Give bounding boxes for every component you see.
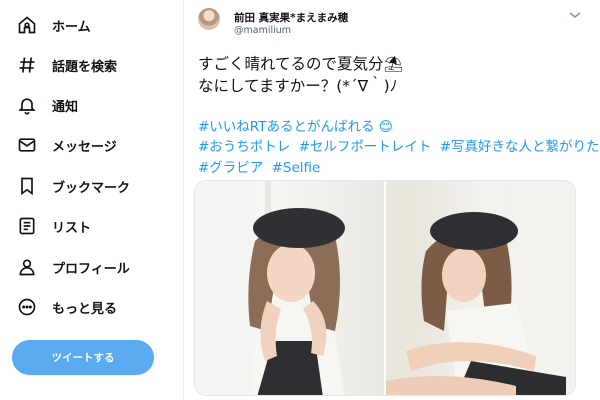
sidebar-item-notifications[interactable]: 通知 — [16, 89, 78, 121]
sidebar-item-home[interactable]: ホーム — [16, 9, 91, 41]
sidebar-item-messages[interactable]: メッセージ — [16, 129, 117, 161]
chevron-down-icon[interactable] — [568, 10, 582, 20]
bell-icon — [16, 94, 38, 116]
hashtag-line: #グラビア #Selfie — [198, 156, 324, 176]
photo-left[interactable] — [195, 181, 384, 395]
hashtag-link[interactable]: #グラビア — [198, 160, 263, 176]
bookmark-icon — [16, 175, 38, 197]
portrait-illustration — [386, 181, 575, 395]
person-icon — [16, 256, 38, 278]
hashtag-link[interactable]: #おうちポトレ — [198, 139, 290, 155]
tweet: 前田 真実果*まえまみ穂 @mamilium すごく晴れてるので夏気分⛱ なにし… — [184, 0, 600, 400]
sidebar-item-bookmarks[interactable]: ブックマーク — [16, 170, 130, 202]
tweet-text-line: なにしてますかー？(*´∇｀)ﾉ — [198, 77, 398, 95]
sidebar-item-label: ホーム — [52, 19, 91, 35]
portrait-illustration — [195, 181, 345, 395]
sidebar-item-more[interactable]: もっと見る — [16, 291, 117, 323]
hashtag-line: #いいねRTあるとがんばれる 😊 — [198, 115, 397, 135]
sidebar-item-label: プロフィール — [52, 261, 130, 277]
avatar[interactable] — [198, 8, 220, 30]
photo-right[interactable] — [386, 181, 575, 395]
sidebar-item-label: ブックマーク — [52, 180, 131, 196]
hashtag-link[interactable]: #写真好きな人と繋がりたい — [440, 139, 600, 155]
sidebar-item-label: 通知 — [52, 99, 79, 115]
tweet-text-line: すごく晴れてるので夏気分⛱ — [198, 55, 404, 73]
home-icon — [16, 14, 38, 36]
sidebar-item-label: メッセージ — [52, 139, 117, 155]
sidebar-item-lists[interactable]: リスト — [16, 210, 91, 242]
list-icon — [16, 215, 38, 237]
media-grid — [194, 180, 576, 396]
hashtag-link[interactable]: #いいねRTあるとがんばれる 😊 — [198, 119, 393, 135]
sidebar-nav: ホーム 話題を検索 通知 メッセージ ブックマーク リスト プロフィール もっと… — [0, 0, 183, 400]
hashtag-line: #おうちポトレ #セルフポートレイト #写真好きな人と繋がりたい — [198, 135, 600, 155]
sidebar-item-label: リスト — [52, 220, 92, 236]
sidebar-item-explore[interactable]: 話題を検索 — [16, 49, 117, 81]
hashtag-link[interactable]: #Selfie — [272, 160, 321, 176]
tweet-button[interactable]: ツイートする — [12, 340, 154, 375]
user-handle[interactable]: @mamilium — [234, 25, 291, 36]
mail-icon — [16, 134, 38, 156]
sidebar-item-label: もっと見る — [52, 301, 118, 317]
sidebar-item-label: 話題を検索 — [52, 59, 118, 75]
sidebar-item-profile[interactable]: プロフィール — [16, 251, 130, 283]
hashtag-icon — [16, 54, 38, 76]
hashtag-link[interactable]: #セルフポートレイト — [299, 139, 432, 155]
display-name[interactable]: 前田 真実果*まえまみ穂 — [234, 10, 348, 25]
more-icon — [16, 296, 38, 318]
